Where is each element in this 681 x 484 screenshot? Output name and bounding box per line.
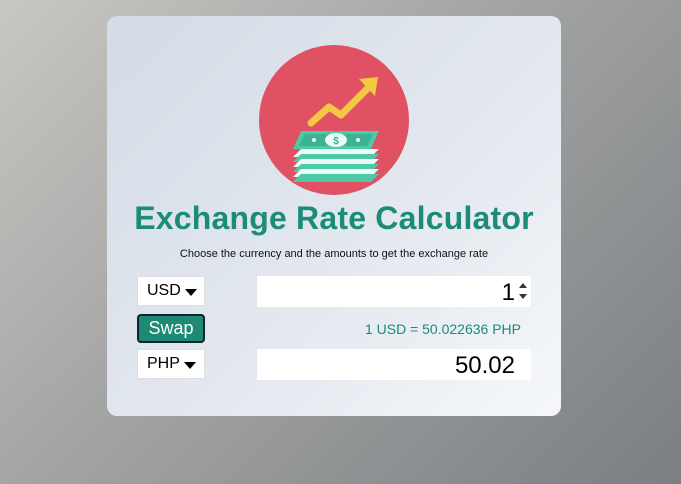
number-spinner-icon[interactable]: [517, 279, 529, 303]
amount-two-input[interactable]: 50.02: [257, 349, 531, 380]
page-subtitle: Choose the currency and the amounts to g…: [179, 248, 489, 260]
currency-one-select[interactable]: USD: [137, 276, 205, 306]
spinner-down-icon[interactable]: [519, 294, 527, 299]
spinner-up-icon[interactable]: [519, 283, 527, 288]
currency-two-value: PHP: [147, 355, 180, 372]
currency-one-value: USD: [147, 282, 181, 299]
caret-down-icon: [184, 288, 197, 296]
calculator-card: $ Exchange Rate Calculator Choose the cu…: [107, 16, 561, 416]
money-stack-chart-icon: $: [259, 45, 409, 195]
amount-one-input[interactable]: 1: [257, 276, 531, 307]
amount-one-value: 1: [501, 279, 515, 306]
amount-two-value: 50.02: [454, 352, 515, 379]
currency-two-select[interactable]: PHP: [137, 349, 205, 379]
caret-down-icon: [183, 361, 196, 369]
svg-text:$: $: [333, 136, 339, 147]
swap-button[interactable]: Swap: [137, 314, 205, 343]
page-title: Exchange Rate Calculator: [134, 200, 534, 236]
rate-text: 1 USD = 50.022636 PHP: [364, 321, 521, 337]
